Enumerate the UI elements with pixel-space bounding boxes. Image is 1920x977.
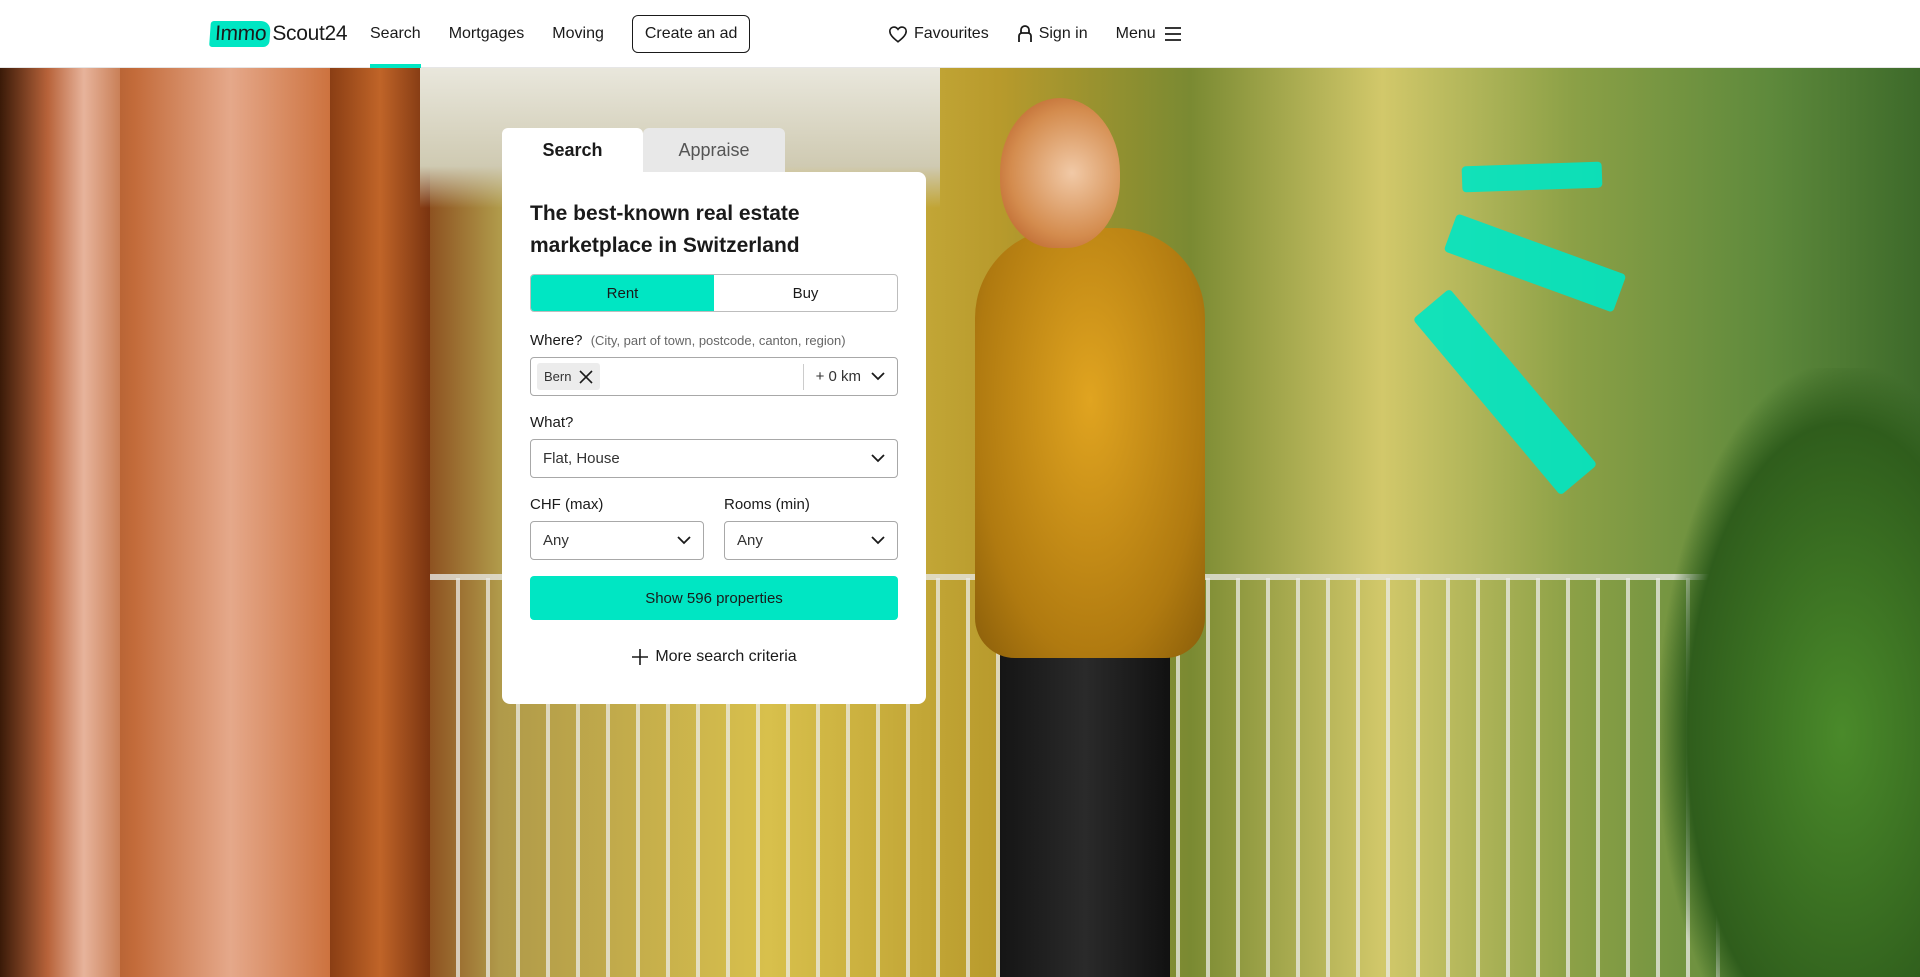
location-chip: Bern (537, 363, 601, 390)
logo[interactable]: Immo Scout24 (209, 20, 348, 48)
sign-in-link[interactable]: Sign in (1017, 25, 1088, 43)
logo-part-immo: Immo (209, 21, 272, 47)
price-value: Any (543, 532, 569, 549)
chevron-down-icon (871, 454, 885, 463)
where-label-row: Where? (City, part of town, postcode, ca… (530, 332, 898, 349)
radius-value: + 0 km (815, 368, 861, 385)
more-search-criteria-link[interactable]: More search criteria (530, 648, 898, 666)
favourites-label: Favourites (914, 25, 989, 42)
heart-icon (888, 26, 908, 43)
chevron-down-icon (871, 372, 885, 381)
sign-in-label: Sign in (1038, 25, 1088, 42)
where-hint: (City, part of town, postcode, canton, r… (590, 333, 846, 348)
plus-icon (632, 649, 649, 665)
where-label: Where? (530, 332, 583, 349)
what-select[interactable]: Flat, House (530, 439, 898, 478)
logo-part-scout: Scout24 (272, 22, 348, 45)
nav-mortgages[interactable]: Mortgages (449, 0, 525, 68)
more-search-criteria-label: More search criteria (655, 648, 797, 665)
user-icon (1017, 25, 1032, 42)
tab-search[interactable]: Search (502, 128, 643, 172)
create-ad-button[interactable]: Create an ad (631, 15, 751, 53)
user-nav: Favourites Sign in Menu (888, 0, 1210, 68)
brush-stroke (1461, 161, 1603, 193)
hero-wall (0, 68, 120, 977)
what-value: Flat, House (543, 450, 620, 467)
hero-plant (1660, 368, 1920, 977)
radius-select[interactable]: + 0 km (802, 363, 891, 390)
location-chip-label: Bern (544, 369, 572, 384)
rooms-select[interactable]: Any (724, 521, 898, 560)
rent-button[interactable]: Rent (531, 275, 714, 311)
main-nav: Search Mortgages Moving Create an ad (370, 0, 751, 68)
price-select[interactable]: Any (530, 521, 704, 560)
where-field[interactable]: Bern + 0 km (530, 357, 898, 396)
search-tabs: Search Appraise (502, 128, 785, 172)
hero-person-head (1000, 98, 1120, 248)
search-card: The best-known real estate marketplace i… (502, 172, 926, 704)
favourites-link[interactable]: Favourites (888, 25, 989, 43)
hero-person-legs (1000, 628, 1170, 977)
search-card-title: The best-known real estate marketplace i… (530, 202, 800, 257)
nav-moving[interactable]: Moving (552, 0, 604, 68)
chevron-down-icon (677, 536, 691, 545)
hamburger-icon (1164, 27, 1181, 41)
menu-button[interactable]: Menu (1116, 25, 1182, 43)
site-header: Immo Scout24 Search Mortgages Moving Cre… (0, 0, 1920, 68)
nav-search[interactable]: Search (370, 0, 421, 68)
price-label: CHF (max) (530, 496, 604, 513)
where-input[interactable] (600, 361, 803, 392)
hero-person-sweater (975, 228, 1205, 658)
rooms-value: Any (737, 532, 763, 549)
price-column: CHF (max) Any (530, 478, 704, 560)
rooms-column: Rooms (min) Any (724, 478, 898, 560)
price-rooms-row: CHF (max) Any Rooms (min) Any (530, 478, 898, 560)
hero-window-frame (330, 68, 430, 977)
hero-image (0, 68, 1920, 977)
menu-label: Menu (1115, 25, 1156, 42)
buy-button[interactable]: Buy (714, 275, 897, 311)
rent-buy-toggle: Rent Buy (530, 274, 898, 312)
close-icon[interactable] (579, 369, 594, 384)
what-label: What? (530, 414, 574, 431)
brush-stroke (1412, 288, 1598, 496)
rooms-label: Rooms (min) (724, 496, 810, 513)
show-properties-button[interactable]: Show 596 properties (530, 576, 898, 620)
chevron-down-icon (871, 536, 885, 545)
brush-stroke (1443, 213, 1627, 313)
tab-appraise[interactable]: Appraise (643, 128, 785, 172)
